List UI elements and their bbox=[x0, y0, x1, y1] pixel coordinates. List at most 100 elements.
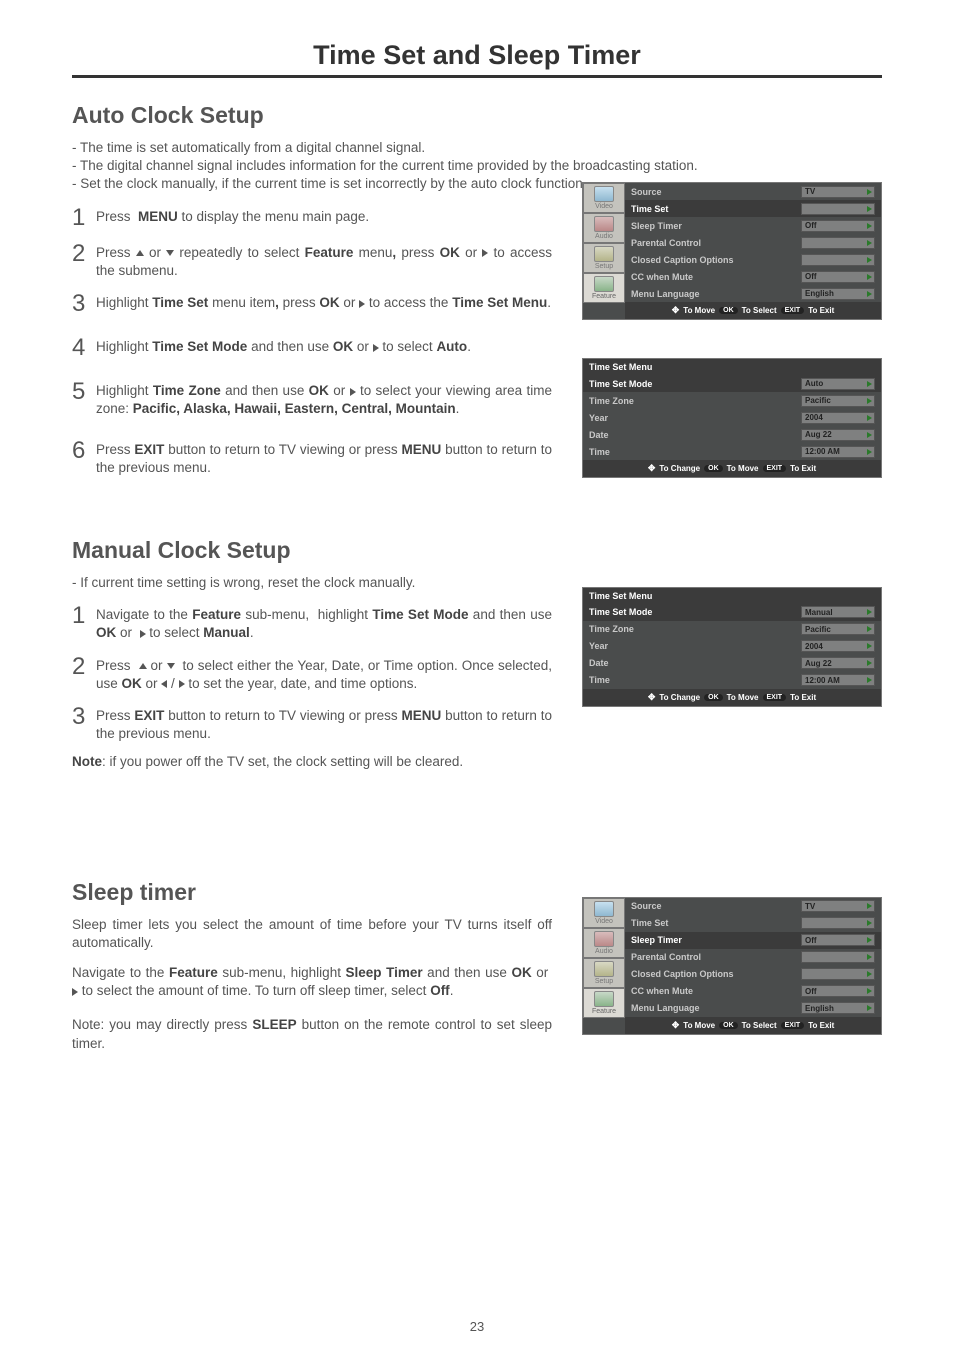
ok-pill: OK bbox=[719, 1022, 738, 1029]
osd-label: CC when Mute bbox=[631, 272, 801, 282]
osd-sidebar: Video Audio Setup Feature bbox=[583, 898, 625, 1034]
osd-value: Aug 22 bbox=[801, 657, 875, 669]
osd-panel-title: Time Set Menu bbox=[583, 588, 881, 604]
osd-label: Time bbox=[589, 447, 801, 457]
osd-value: Pacific bbox=[801, 623, 875, 635]
feature-icon bbox=[594, 991, 614, 1007]
osd-feature-menu-sleep: Video Audio Setup Feature SourceTV Time … bbox=[582, 897, 882, 1035]
osd-value: Off bbox=[801, 271, 875, 283]
osd-value bbox=[801, 917, 875, 929]
right-arrow-icon bbox=[72, 988, 78, 996]
sleep-p2: Navigate to the Feature sub-menu, highli… bbox=[72, 964, 552, 1000]
osd-value bbox=[801, 254, 875, 266]
osd-timeset-auto: Time Set Menu Time Set ModeAuto Time Zon… bbox=[582, 358, 882, 478]
step-text: Navigate to the Feature sub-menu, highli… bbox=[96, 606, 552, 642]
osd-value: Off bbox=[801, 220, 875, 232]
page-number: 23 bbox=[0, 1319, 954, 1334]
osd-value: Off bbox=[801, 985, 875, 997]
sidebar-video: Video bbox=[583, 898, 625, 928]
osd-label: Menu Language bbox=[631, 1003, 801, 1013]
up-arrow-icon bbox=[139, 663, 147, 669]
sidebar-audio: Audio bbox=[583, 928, 625, 958]
step-number: 2 bbox=[72, 655, 96, 679]
exit-pill: EXIT bbox=[763, 465, 787, 472]
osd-panel-title: Time Set Menu bbox=[583, 359, 881, 375]
sidebar-video: Video bbox=[583, 183, 625, 213]
step-number: 1 bbox=[72, 206, 96, 230]
osd-timeset-manual: Time Set Menu Time Set ModeManual Time Z… bbox=[582, 587, 882, 707]
osd-value: TV bbox=[801, 186, 875, 198]
sidebar-feature: Feature bbox=[583, 988, 625, 1018]
osd-value bbox=[801, 237, 875, 249]
dpad-icon bbox=[672, 305, 680, 316]
osd-value: Auto bbox=[801, 378, 875, 390]
osd-value: 12:00 AM bbox=[801, 674, 875, 686]
osd-label: Menu Language bbox=[631, 289, 801, 299]
osd-label: Source bbox=[631, 187, 801, 197]
osd-sidebar: Video Audio Setup Feature bbox=[583, 183, 625, 319]
setup-icon bbox=[594, 961, 614, 977]
osd-value bbox=[801, 968, 875, 980]
osd-label: CC when Mute bbox=[631, 986, 801, 996]
step-number: 1 bbox=[72, 604, 96, 628]
step-number: 3 bbox=[72, 705, 96, 729]
osd-value: TV bbox=[801, 900, 875, 912]
sidebar-audio: Audio bbox=[583, 213, 625, 243]
right-arrow-icon bbox=[140, 630, 146, 638]
video-icon bbox=[594, 901, 614, 917]
sleep-p3: Note: you may directly press SLEEP butto… bbox=[72, 1016, 552, 1052]
osd-label: Time Zone bbox=[589, 396, 801, 406]
osd-footer: To MoveOKTo SelectEXITTo Exit bbox=[625, 302, 881, 319]
osd-label: Date bbox=[589, 658, 801, 668]
osd-label: Parental Control bbox=[631, 952, 801, 962]
osd-value: 12:00 AM bbox=[801, 446, 875, 458]
title-rule bbox=[72, 75, 882, 78]
video-icon bbox=[594, 186, 614, 202]
step-text: Press EXIT button to return to TV viewin… bbox=[96, 707, 552, 743]
osd-label: Source bbox=[631, 901, 801, 911]
osd-label: Time Set Mode bbox=[589, 607, 801, 617]
step-number: 4 bbox=[72, 336, 96, 360]
sleep-timer-body: Sleep timer lets you select the amount o… bbox=[72, 916, 552, 1053]
step-text: Highlight Time Zone and then use OK or t… bbox=[96, 382, 552, 418]
osd-label: Sleep Timer bbox=[631, 221, 801, 231]
manual-clock-section: Manual Clock Setup - If current time set… bbox=[72, 537, 882, 769]
step-number: 2 bbox=[72, 242, 96, 266]
dpad-icon bbox=[648, 463, 656, 474]
dpad-icon bbox=[672, 1020, 680, 1031]
audio-icon bbox=[594, 931, 614, 947]
osd-label: Parental Control bbox=[631, 238, 801, 248]
ok-pill: OK bbox=[719, 307, 738, 314]
auto-clock-section: Auto Clock Setup - The time is set autom… bbox=[72, 102, 882, 477]
osd-label: Year bbox=[589, 413, 801, 423]
right-arrow-icon bbox=[359, 300, 365, 308]
osd-label: Time Set bbox=[631, 204, 801, 214]
osd-value: Pacific bbox=[801, 395, 875, 407]
step-text: Press MENU to display the menu main page… bbox=[96, 208, 369, 226]
osd-footer: To ChangeOKTo MoveEXITTo Exit bbox=[583, 689, 881, 706]
down-arrow-icon bbox=[166, 250, 174, 256]
exit-pill: EXIT bbox=[781, 307, 805, 314]
osd-label: Date bbox=[589, 430, 801, 440]
step-text: Press or repeatedly to select Feature me… bbox=[96, 244, 552, 280]
osd-label: Time Set bbox=[631, 918, 801, 928]
step-text: Press EXIT button to return to TV viewin… bbox=[96, 441, 552, 477]
osd-footer: To MoveOKTo SelectEXITTo Exit bbox=[625, 1017, 881, 1034]
step-number: 5 bbox=[72, 380, 96, 404]
ok-pill: OK bbox=[704, 465, 723, 472]
feature-icon bbox=[594, 276, 614, 292]
manual-clock-heading: Manual Clock Setup bbox=[72, 537, 882, 564]
exit-pill: EXIT bbox=[781, 1022, 805, 1029]
left-arrow-icon bbox=[161, 680, 167, 688]
step-text: Press or to select either the Year, Date… bbox=[96, 657, 552, 693]
osd-value: Manual bbox=[801, 606, 875, 618]
osd-body: SourceTV Time Set Sleep TimerOff Parenta… bbox=[625, 898, 881, 1034]
osd-value bbox=[801, 951, 875, 963]
page-title: Time Set and Sleep Timer bbox=[72, 40, 882, 71]
exit-pill: EXIT bbox=[763, 694, 787, 701]
sidebar-feature: Feature bbox=[583, 273, 625, 303]
right-arrow-icon bbox=[482, 249, 488, 257]
auto-clock-steps: 1 Press MENU to display the menu main pa… bbox=[72, 208, 552, 477]
step-text: Highlight Time Set menu item, press OK o… bbox=[96, 294, 551, 312]
osd-value: 2004 bbox=[801, 412, 875, 424]
